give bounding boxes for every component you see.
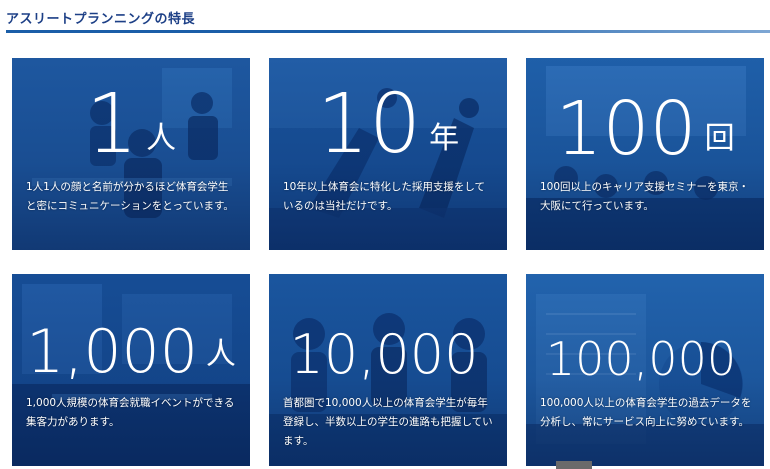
stat-figure: 10,000 [269, 282, 507, 382]
stat-figure: 100 回 [526, 66, 764, 166]
feature-description: 10年以上体育会に特化した採用支援をしているのは当社だけです。 [283, 181, 486, 212]
stat-number: 100,000 [545, 332, 737, 386]
feature-card-2: 10 年 10年以上体育会に特化した採用支援をしているのは当社だけです。 [269, 58, 507, 250]
feature-grid: 1 人 1人1人の顔と名前が分かるほど体育会学生と密にコミュニケーションをとって… [0, 0, 770, 469]
stat-number: 10 [316, 77, 422, 172]
stat-number: 10,000 [289, 323, 479, 386]
stat-figure: 1 人 [12, 66, 250, 166]
feature-description: 100,000人以上の体育会学生の過去データを分析し、常にサービス向上に努めてい… [540, 397, 752, 428]
feature-card-5: 10,000 首都圏で10,000人以上の体育会学生が毎年登録し、半数以上の学生… [269, 274, 507, 466]
stat-number: 1 [85, 77, 139, 172]
stat-figure: 100,000 [526, 282, 764, 382]
feature-description: 1人1人の顔と名前が分かるほど体育会学生と密にコミュニケーションをとっています。 [26, 181, 234, 212]
feature-card-1: 1 人 1人1人の顔と名前が分かるほど体育会学生と密にコミュニケーションをとって… [12, 58, 250, 250]
stat-unit: 人 [205, 337, 236, 372]
stat-unit: 年 [429, 121, 460, 156]
stat-unit: 回 [704, 121, 735, 156]
stat-number: 1,000 [26, 317, 198, 387]
feature-card-6: 100,000 100,000人以上の体育会学生の過去データを分析し、常にサービ… [526, 274, 764, 466]
feature-description: 1,000人規模の体育会就職イベントができる集客力があります。 [26, 397, 235, 428]
stat-figure: 1,000 人 [12, 282, 250, 382]
feature-card-3: 100 回 100回以上のキャリア支援セミナーを東京・大阪にて行っています。 [526, 58, 764, 250]
feature-description: 100回以上のキャリア支援セミナーを東京・大阪にて行っています。 [540, 181, 750, 212]
feature-description: 首都圏で10,000人以上の体育会学生が毎年登録し、半数以上の学生の進路も把握し… [283, 397, 493, 447]
scroll-tab[interactable] [556, 461, 592, 469]
stat-unit: 人 [146, 121, 177, 156]
stat-number: 100 [555, 86, 697, 172]
feature-card-4: 1,000 人 1,000人規模の体育会就職イベントができる集客力があります。 [12, 274, 250, 466]
stat-figure: 10 年 [269, 66, 507, 166]
